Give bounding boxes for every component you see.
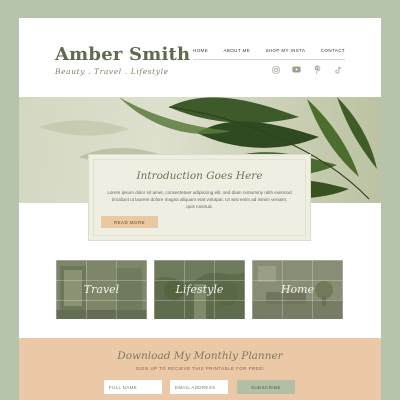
nav-home[interactable]: HOME xyxy=(193,48,208,53)
intro-body: Lorem ipsum dolor sit amet, consectetuer… xyxy=(107,190,292,209)
tiktok-icon[interactable] xyxy=(334,65,343,74)
full-name-input[interactable] xyxy=(104,380,162,394)
nav-contact[interactable]: CONTACT xyxy=(321,48,345,53)
category-card-home[interactable]: Home xyxy=(252,260,343,319)
intro-title: Introduction Goes Here xyxy=(136,170,263,182)
category-label-lifestyle: Lifestyle xyxy=(175,283,224,296)
read-more-button[interactable]: READ MORE xyxy=(101,216,158,228)
nav-shop-my-insta[interactable]: SHOP MY INSTA xyxy=(265,48,305,53)
planner-title: Download My Monthly Planner xyxy=(117,350,283,362)
brand-tagline: Beauty . Travel . Lifestyle xyxy=(55,67,169,76)
page: Amber Smith Beauty . Travel . Lifestyle … xyxy=(19,18,381,400)
category-card-travel[interactable]: Travel xyxy=(56,260,147,319)
youtube-icon[interactable] xyxy=(292,65,301,74)
category-label-travel: Travel xyxy=(83,283,120,296)
category-card-lifestyle[interactable]: Lifestyle xyxy=(154,260,245,319)
nav-divider xyxy=(193,59,345,60)
pinterest-icon[interactable] xyxy=(313,65,322,74)
main-nav: HOME ABOUT ME SHOP MY INSTA CONTACT xyxy=(193,48,345,53)
category-label-home: Home xyxy=(280,283,315,296)
brand-title[interactable]: Amber Smith xyxy=(55,44,190,65)
subscribe-button[interactable]: SUBSCRIBE xyxy=(237,380,295,394)
nav-about-me[interactable]: ABOUT ME xyxy=(223,48,250,53)
instagram-icon[interactable] xyxy=(271,65,280,74)
planner-signup-section: Download My Monthly Planner SIGN UP TO R… xyxy=(19,338,381,400)
email-input[interactable] xyxy=(170,380,228,394)
planner-subtitle: SIGN UP TO RECIEVE THIS PRINTABLE FOR FR… xyxy=(135,366,265,371)
social-icons xyxy=(271,65,343,74)
